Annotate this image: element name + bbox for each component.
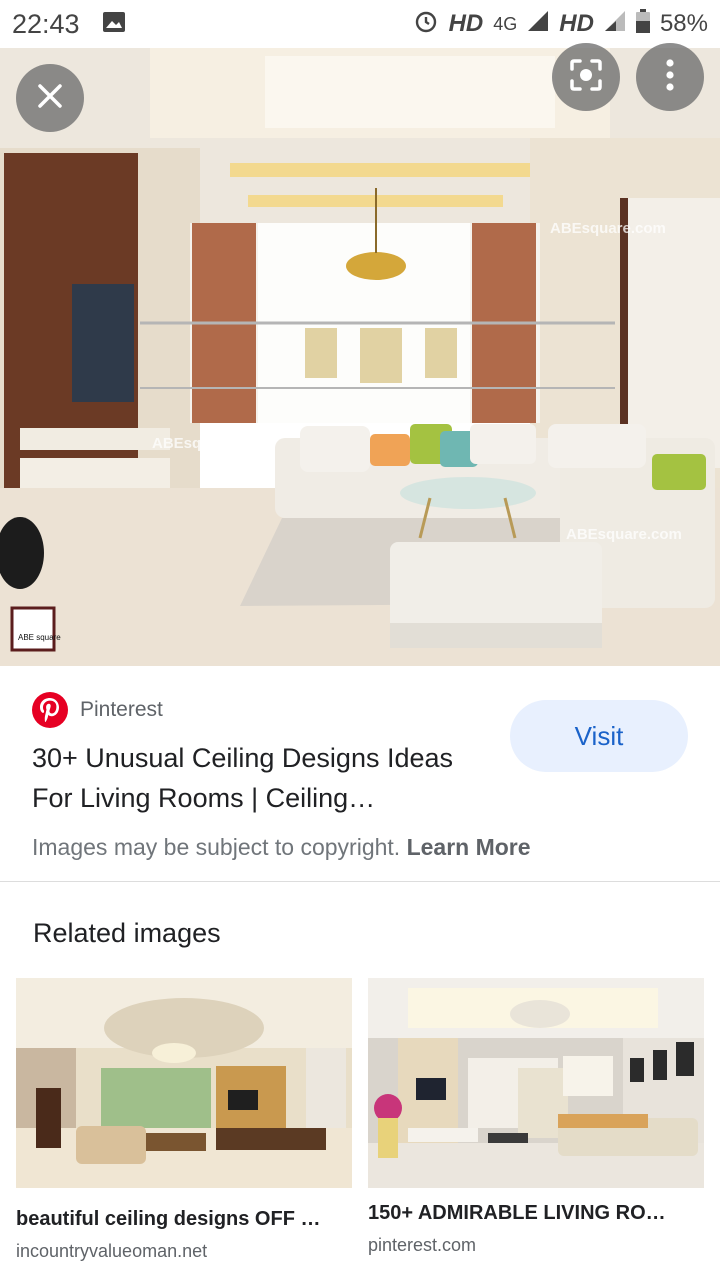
signal-icon	[527, 10, 549, 39]
related-title-2[interactable]: 150+ ADMIRABLE LIVING RO…	[368, 1202, 704, 1225]
related-thumbnail-1[interactable]	[16, 978, 352, 1188]
related-source-1: incountryvalueoman.net	[16, 1241, 208, 1261]
watermark-1: ABEsquare.com	[550, 220, 666, 237]
more-vert-icon	[665, 58, 675, 97]
visit-button[interactable]: Visit	[510, 700, 688, 772]
network-hd2-label: HD	[559, 10, 594, 37]
signal2-icon	[604, 10, 626, 39]
related-source-2: pinterest.com	[368, 1235, 477, 1255]
lens-search-button[interactable]	[552, 43, 620, 111]
learn-more-link[interactable]: Learn More	[407, 834, 531, 860]
battery-icon	[635, 8, 650, 40]
related-card-2[interactable]: 150+ ADMIRABLE LIVING RO… pinterest.com	[368, 978, 704, 1256]
copyright-text: Images may be subject to copyright.	[32, 834, 401, 860]
lens-icon	[568, 57, 604, 98]
status-bar: 22:43 HD 4G HD 58%	[0, 0, 720, 48]
result-info: Pinterest 30+ Unusual Ceiling Designs Id…	[0, 666, 720, 882]
source-name: Pinterest	[80, 698, 163, 721]
watermark-3: ABEsquare.com	[566, 526, 682, 543]
hero-image[interactable]: ABEsquare.com ABEsquare ABEsquare.com AB…	[0, 48, 720, 666]
copyright-notice: Images may be subject to copyright. Lear…	[32, 834, 531, 861]
gallery-notification-icon	[102, 9, 126, 40]
close-icon	[35, 81, 65, 116]
watermark-2: ABEsquare	[152, 435, 233, 452]
more-options-button[interactable]	[636, 43, 704, 111]
close-button[interactable]	[16, 64, 84, 132]
watermark-logo: ABE square	[18, 633, 61, 642]
status-icons: HD 4G HD 58%	[413, 8, 708, 41]
related-card-1[interactable]: beautiful ceiling designs OFF … incountr…	[16, 978, 352, 1262]
source-row[interactable]: Pinterest	[32, 692, 163, 728]
alarm-icon	[413, 8, 439, 41]
pinterest-icon	[32, 692, 68, 728]
related-title-1[interactable]: beautiful ceiling designs OFF …	[16, 1208, 352, 1231]
result-title[interactable]: 30+ Unusual Ceiling Designs Ideas For Li…	[32, 738, 492, 818]
battery-percent: 58%	[659, 10, 708, 37]
clock: 22:43	[12, 8, 80, 39]
related-thumbnail-2[interactable]	[368, 978, 704, 1188]
related-heading: Related images	[33, 918, 221, 948]
network-type-label: 4G	[493, 13, 518, 34]
network-hd-label: HD	[448, 10, 484, 37]
